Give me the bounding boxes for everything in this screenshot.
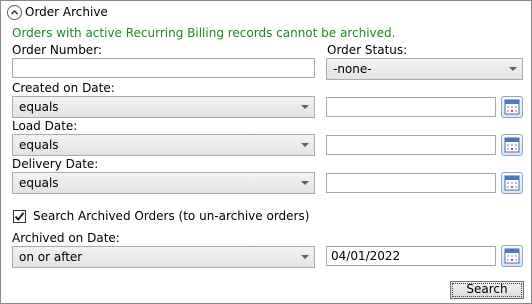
created-on-operator-value: equals xyxy=(19,100,59,114)
chevron-down-icon xyxy=(301,143,309,147)
chevron-up-icon xyxy=(10,9,19,15)
load-date-input[interactable] xyxy=(326,135,496,155)
search-archived-label[interactable]: Search Archived Orders (to un-archive or… xyxy=(33,209,309,224)
archived-on-calendar-button[interactable] xyxy=(501,245,523,267)
load-date-calendar-button[interactable] xyxy=(501,134,523,156)
search-button[interactable]: Search xyxy=(450,281,524,299)
archived-on-date-input[interactable]: 04/01/2022 xyxy=(326,246,496,266)
calendar-icon xyxy=(504,248,520,264)
delivery-date-operator-value: equals xyxy=(19,176,59,190)
load-date-operator-select[interactable]: equals xyxy=(12,134,315,156)
calendar-icon xyxy=(504,175,520,191)
chevron-down-icon xyxy=(301,181,309,185)
checkmark-icon xyxy=(14,212,25,221)
delivery-date-operator-select[interactable]: equals xyxy=(12,172,315,194)
created-on-date-label: Created on Date: xyxy=(12,81,115,95)
chevron-down-icon xyxy=(301,105,309,109)
archived-on-operator-value: on or after xyxy=(19,250,83,264)
archive-notice: Orders with active Recurring Billing rec… xyxy=(12,26,396,40)
archived-on-operator-select[interactable]: on or after xyxy=(12,246,315,268)
created-on-calendar-button[interactable] xyxy=(501,96,523,118)
chevron-down-icon xyxy=(509,67,517,71)
load-date-label: Load Date: xyxy=(12,119,78,133)
collapse-toggle-button[interactable] xyxy=(7,5,22,20)
created-on-date-input[interactable] xyxy=(326,97,496,117)
delivery-date-input[interactable] xyxy=(326,173,496,193)
search-archived-checkbox[interactable] xyxy=(13,210,26,223)
order-number-input[interactable] xyxy=(12,58,315,78)
panel-title: Order Archive xyxy=(25,5,108,19)
order-number-label: Order Number: xyxy=(12,43,102,57)
calendar-icon xyxy=(504,99,520,115)
order-status-value: -none- xyxy=(333,62,372,76)
calendar-icon xyxy=(504,137,520,153)
delivery-date-label: Delivery Date: xyxy=(12,157,99,171)
chevron-down-icon xyxy=(301,255,309,259)
delivery-date-calendar-button[interactable] xyxy=(501,172,523,194)
created-on-operator-select[interactable]: equals xyxy=(12,96,315,118)
order-status-select[interactable]: -none- xyxy=(326,58,523,80)
order-archive-panel: Order Archive Orders with active Recurri… xyxy=(0,0,532,304)
order-status-label: Order Status: xyxy=(327,43,408,57)
archived-on-date-label: Archived on Date: xyxy=(12,231,120,245)
load-date-operator-value: equals xyxy=(19,138,59,152)
